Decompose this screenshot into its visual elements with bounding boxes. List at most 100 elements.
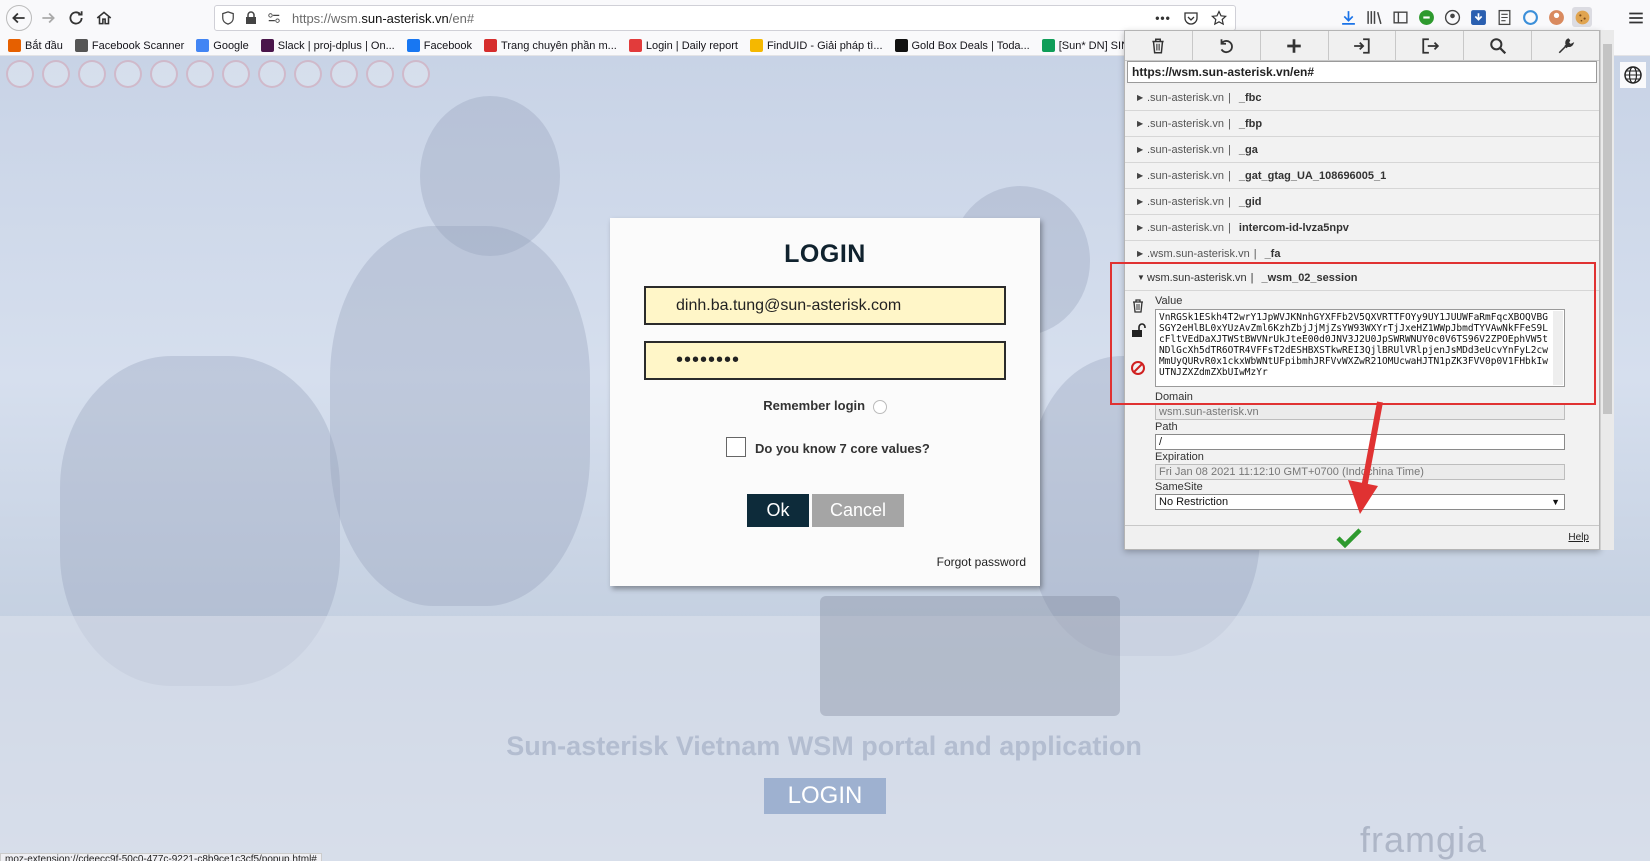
cookie-panel-scrollbar[interactable]: [1600, 30, 1614, 550]
reload-icon: [69, 11, 83, 25]
library-icon[interactable]: [1364, 7, 1384, 27]
bookmark-favicon-icon: [196, 39, 210, 52]
ok-button[interactable]: Ok: [747, 494, 809, 527]
bookmark-favicon-icon: [74, 39, 88, 52]
remember-login-radio[interactable]: [872, 399, 887, 414]
blue-download-extension-icon[interactable]: [1468, 7, 1488, 27]
more-actions-icon[interactable]: •••: [1153, 8, 1173, 28]
color-extension-icon[interactable]: [1520, 7, 1540, 27]
cookie-row[interactable]: ▶ .sun-asterisk.vn | _gat_gtag_UA_108696005…: [1125, 163, 1599, 189]
url-domain: sun-asterisk.vn: [361, 10, 449, 26]
bookmark-item[interactable]: Facebook Scanner: [74, 39, 184, 52]
cookie-toolbar: [1125, 31, 1599, 61]
help-link[interactable]: Help: [1568, 532, 1589, 543]
remember-login-label: Remember login: [763, 398, 866, 413]
app-shortcut-icon[interactable]: [402, 60, 430, 88]
remember-login: Remember login: [610, 398, 1040, 414]
reset-button[interactable]: [1193, 31, 1261, 60]
bookmark-label: Facebook: [423, 39, 473, 52]
app-shortcut-icon[interactable]: [42, 60, 70, 88]
cookie-name: _fa: [1264, 247, 1281, 260]
core-values-checkbox[interactable]: [726, 437, 746, 457]
app-shortcut-icon[interactable]: [222, 60, 250, 88]
bookmark-star-icon[interactable]: [1209, 8, 1229, 28]
separator: |: [1228, 195, 1231, 208]
scrollbar-thumb[interactable]: [1603, 44, 1612, 414]
app-shortcut-icon[interactable]: [186, 60, 214, 88]
shield-icon[interactable]: [218, 8, 238, 28]
export-icon: [1422, 37, 1439, 54]
cookie-row[interactable]: ▶ .sun-asterisk.vn | _ga: [1125, 137, 1599, 163]
bookmark-label: Gold Box Deals | Toda...: [911, 39, 1030, 52]
permissions-icon[interactable]: [264, 8, 284, 28]
url-text[interactable]: https://wsm.sun-asterisk.vn/en#: [292, 11, 474, 26]
collapsed-triangle-icon: ▶: [1137, 145, 1144, 154]
add-cookie-button[interactable]: [1261, 31, 1329, 60]
app-shortcut-icon[interactable]: [150, 60, 178, 88]
search-button[interactable]: [1464, 31, 1533, 60]
cookie-row[interactable]: ▶ .sun-asterisk.vn | intercom-id-lvza5npv: [1125, 215, 1599, 241]
cookie-panel-footer: Help: [1125, 525, 1599, 549]
expiration-label: Expiration: [1155, 451, 1204, 463]
delete-all-button[interactable]: [1125, 31, 1193, 60]
cookie-domain: .sun-asterisk.vn: [1147, 91, 1225, 104]
cookie-editor-icon[interactable]: [1572, 7, 1592, 27]
bookmark-favicon-icon: [628, 39, 642, 52]
bookmark-item[interactable]: Bắt đầu: [8, 39, 63, 52]
globe-icon[interactable]: [1620, 62, 1646, 88]
account-icon[interactable]: [1442, 7, 1462, 27]
cookie-list: ▶ .sun-asterisk.vn | _fbc ▶ .sun-asterisk.vn |…: [1125, 85, 1599, 267]
export-button[interactable]: [1396, 31, 1465, 60]
pocket-icon[interactable]: [1181, 8, 1201, 28]
forward-button[interactable]: [36, 6, 60, 30]
reload-button[interactable]: [64, 6, 88, 30]
bookmark-item[interactable]: Google: [196, 39, 249, 52]
home-button[interactable]: [92, 6, 116, 30]
lock-icon[interactable]: [241, 8, 261, 28]
bookmark-item[interactable]: FindUID - Giải pháp tì...: [749, 39, 883, 52]
password-field[interactable]: ••••••••: [644, 341, 1006, 380]
bookmark-item[interactable]: Trang chuyên phần m...: [484, 39, 617, 52]
bookmark-item[interactable]: Facebook: [406, 39, 473, 52]
download-icon[interactable]: [1338, 7, 1358, 27]
url-prefix: https://wsm.: [292, 10, 362, 26]
bookmark-item[interactable]: Login | Daily report: [628, 39, 738, 52]
app-shortcut-icon[interactable]: [78, 60, 106, 88]
cancel-button[interactable]: Cancel: [812, 494, 904, 527]
profile-extension-icon[interactable]: [1546, 7, 1566, 27]
app-shortcut-icon[interactable]: [294, 60, 322, 88]
email-field[interactable]: dinh.ba.tung@sun-asterisk.com: [644, 286, 1006, 325]
portal-login-button[interactable]: LOGIN: [764, 778, 886, 814]
undo-icon: [1220, 38, 1234, 53]
separator: |: [1228, 169, 1231, 182]
cookie-name: _fbc: [1238, 91, 1262, 104]
document-extension-icon[interactable]: [1494, 7, 1514, 27]
bookmark-item[interactable]: Gold Box Deals | Toda...: [894, 39, 1030, 52]
cookie-row[interactable]: ▶ .sun-asterisk.vn | _fbp: [1125, 111, 1599, 137]
save-cookie-button[interactable]: [1335, 526, 1363, 550]
samesite-label: SameSite: [1155, 481, 1203, 493]
options-button[interactable]: [1532, 31, 1599, 60]
bookmark-item[interactable]: Slack | proj-dplus | On...: [260, 39, 395, 52]
separator: |: [1228, 221, 1231, 234]
back-button[interactable]: [6, 5, 32, 31]
samesite-value: No Restriction: [1159, 496, 1229, 508]
app-shortcut-icon[interactable]: [258, 60, 286, 88]
sidebar-icon[interactable]: [1390, 7, 1410, 27]
import-button[interactable]: [1329, 31, 1397, 60]
app-shortcut-icon[interactable]: [330, 60, 358, 88]
address-bar[interactable]: https://wsm.sun-asterisk.vn/en# •••: [214, 5, 1236, 31]
cookie-row[interactable]: ▶ .sun-asterisk.vn | _gid: [1125, 189, 1599, 215]
app-shortcut-icon[interactable]: [6, 60, 34, 88]
menu-icon[interactable]: [1624, 6, 1648, 30]
bookmark-favicon-icon: [894, 39, 908, 52]
cookie-url-field[interactable]: https://wsm.sun-asterisk.vn/en#: [1127, 61, 1597, 83]
app-shortcut-icon[interactable]: [366, 60, 394, 88]
wrench-icon: [1558, 37, 1574, 53]
green-extension-icon[interactable]: [1416, 7, 1436, 27]
trash-icon: [1152, 38, 1165, 53]
app-shortcut-icon[interactable]: [114, 60, 142, 88]
checkmark-icon: [1336, 528, 1362, 548]
forgot-password-link[interactable]: Forgot password: [937, 555, 1026, 569]
cookie-row[interactable]: ▶ .sun-asterisk.vn | _fbc: [1125, 85, 1599, 111]
